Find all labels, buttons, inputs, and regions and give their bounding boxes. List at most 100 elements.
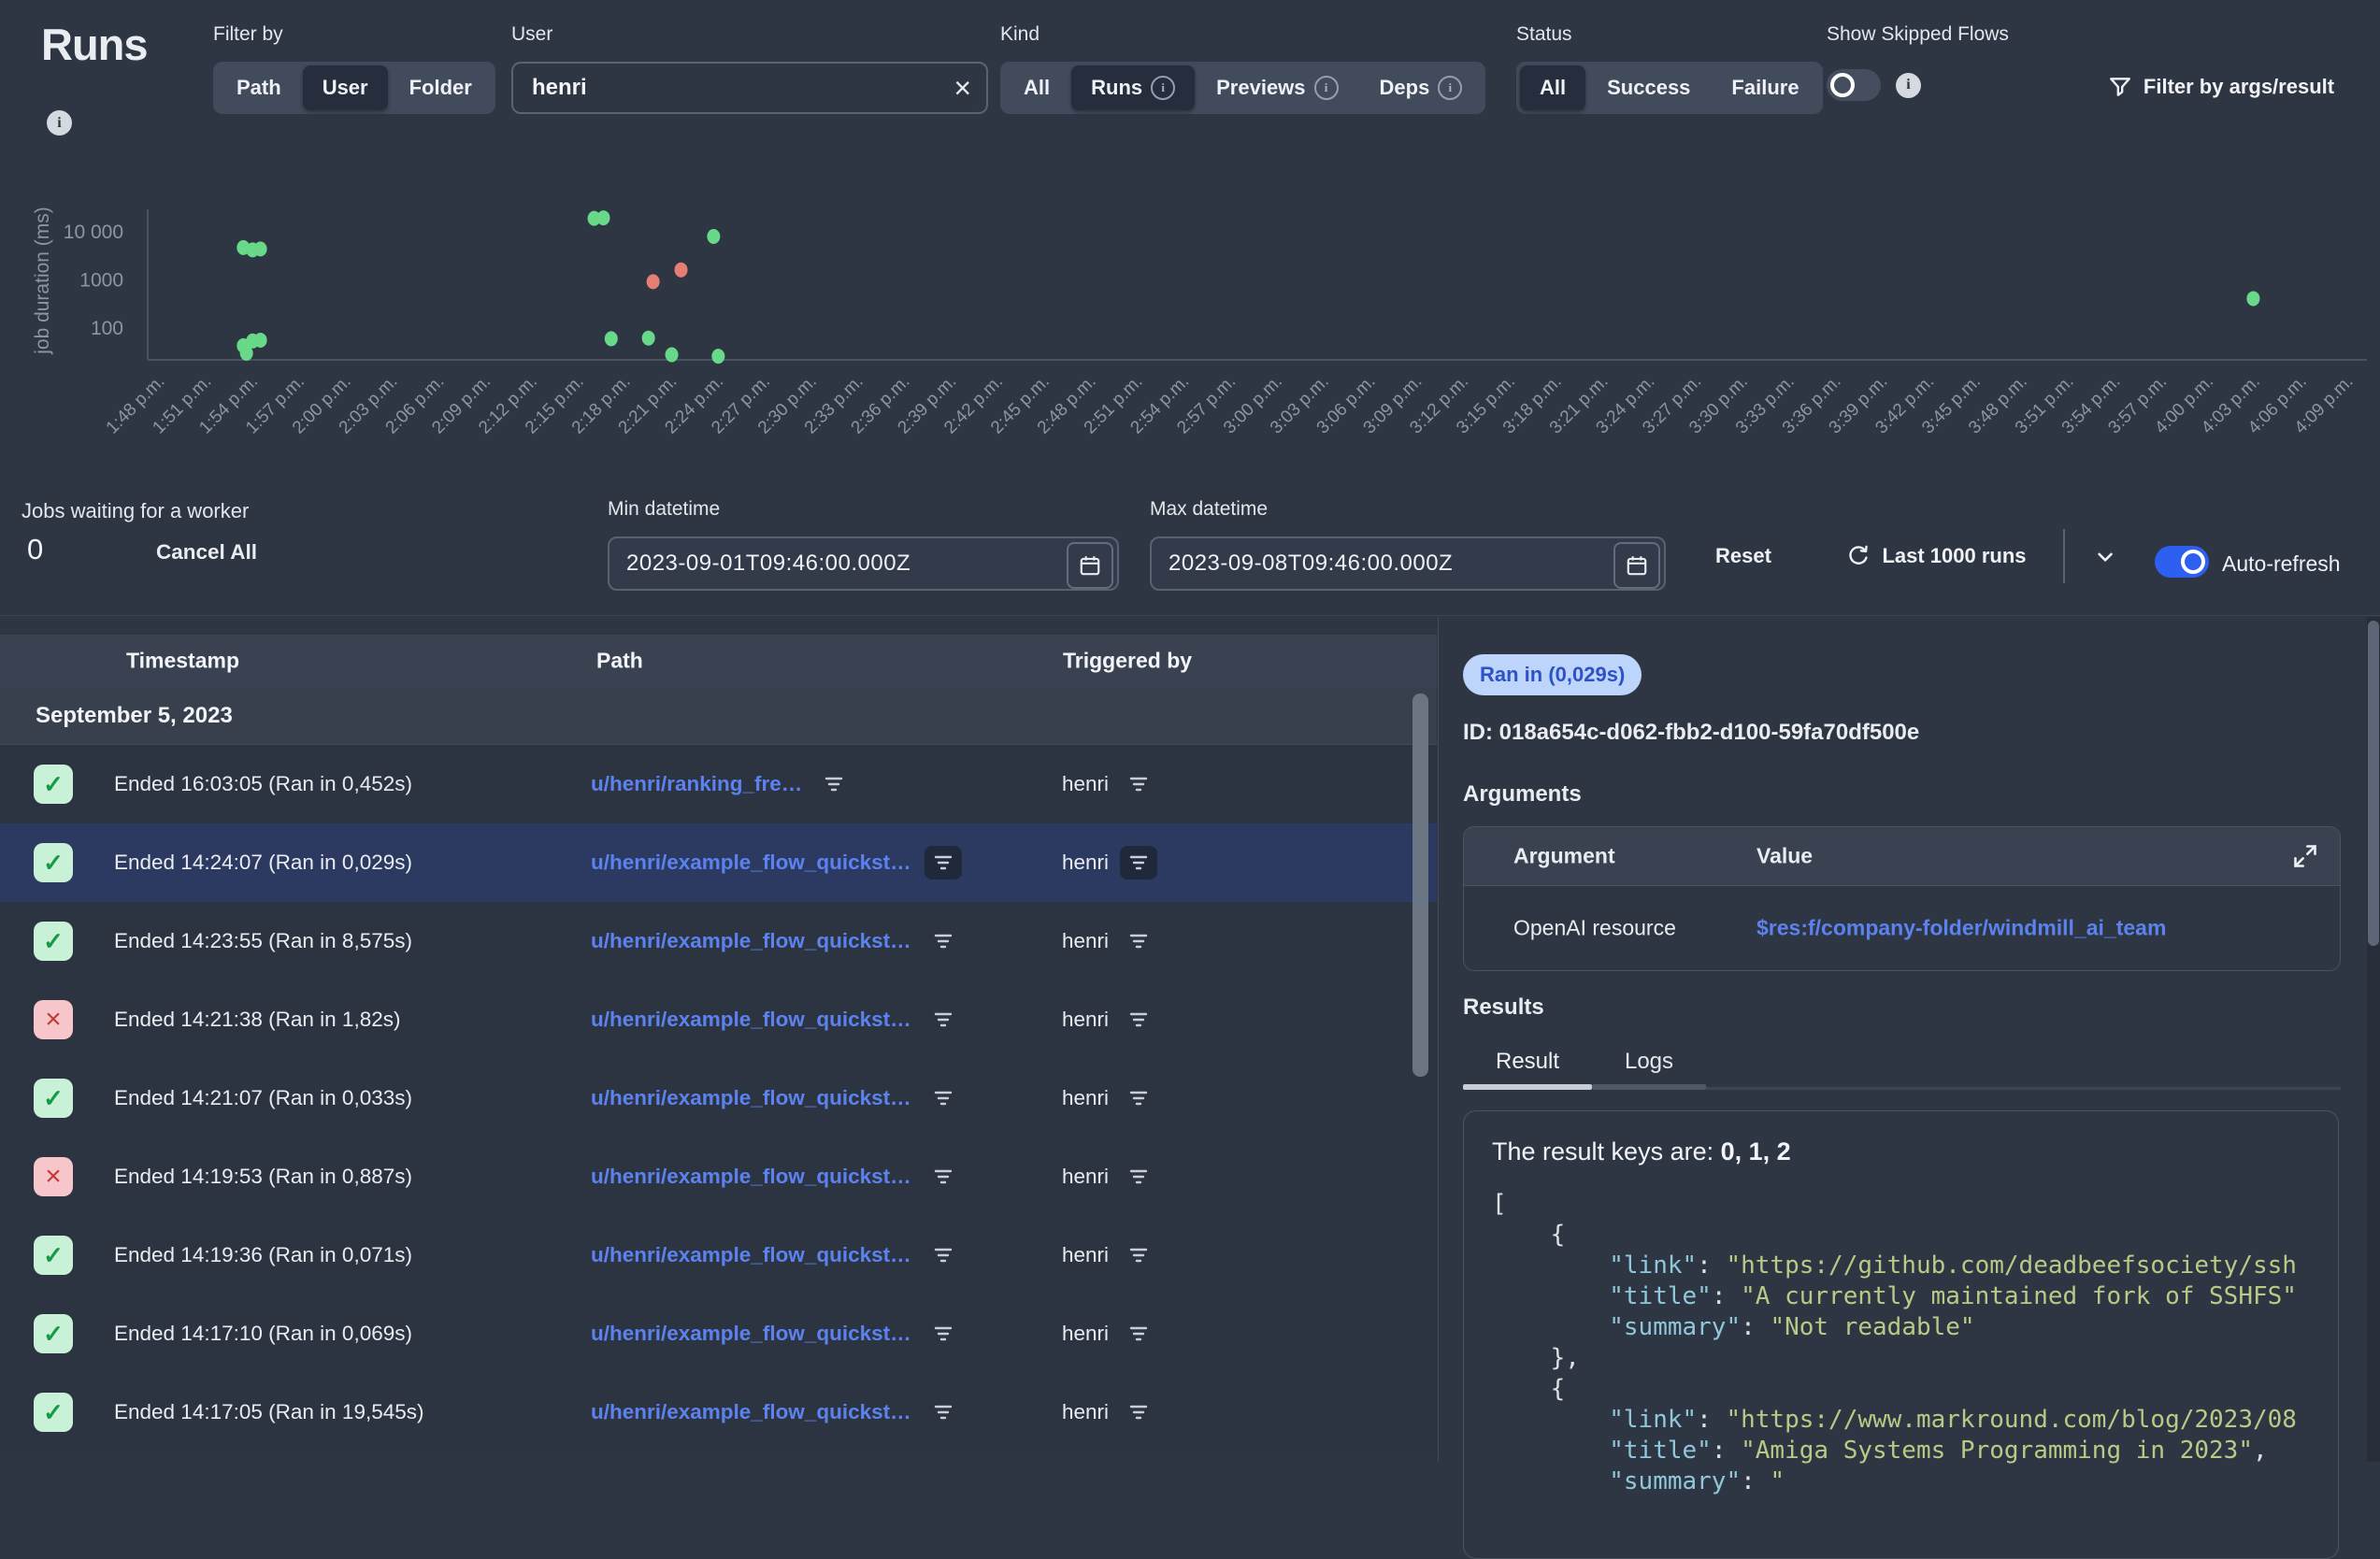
run-path-link[interactable]: u/henri/example_flow_quickst… bbox=[591, 1243, 911, 1267]
run-path-link[interactable]: u/henri/example_flow_quickst… bbox=[591, 1322, 911, 1346]
status-option-failure[interactable]: Failure bbox=[1712, 65, 1818, 110]
triggered-by-filter-button[interactable] bbox=[1120, 1003, 1157, 1037]
triggered-by-filter-button[interactable] bbox=[1120, 1081, 1157, 1115]
triggered-by-user: henri bbox=[1062, 1165, 1109, 1189]
filter-lines-icon bbox=[932, 1089, 954, 1108]
chart-point-success[interactable] bbox=[597, 210, 610, 225]
chart-point-success[interactable] bbox=[254, 241, 267, 256]
run-path-link[interactable]: u/henri/example_flow_quickst… bbox=[591, 1400, 911, 1424]
run-path-link[interactable]: u/henri/example_flow_quickst… bbox=[591, 1165, 911, 1189]
page-title: Runs bbox=[41, 19, 148, 70]
section-divider bbox=[0, 615, 2380, 616]
info-icon[interactable]: i bbox=[1314, 76, 1339, 100]
run-row[interactable]: ×Ended 14:19:53 (Ran in 0,887s)u/henri/e… bbox=[0, 1137, 1437, 1216]
chart-point-failure[interactable] bbox=[675, 263, 688, 278]
show-skipped-info-icon[interactable]: i bbox=[1896, 73, 1921, 98]
arguments-table: Argument Value OpenAI resource $res:f/co… bbox=[1463, 826, 2341, 971]
y-axis-label: job duration (ms) bbox=[32, 207, 53, 355]
chart-point-success[interactable] bbox=[666, 347, 679, 362]
cancel-all-button[interactable]: Cancel All bbox=[156, 540, 257, 565]
run-row[interactable]: ✓Ended 16:03:05 (Ran in 0,452s)u/henri/r… bbox=[0, 745, 1437, 823]
status-option-all[interactable]: All bbox=[1520, 65, 1585, 110]
info-icon[interactable]: i bbox=[1151, 76, 1175, 100]
chart-point-success[interactable] bbox=[254, 333, 267, 348]
filter-by-option-user[interactable]: User bbox=[303, 65, 388, 110]
kind-option-deps[interactable]: Depsi bbox=[1360, 65, 1483, 110]
user-filter-input[interactable] bbox=[511, 62, 988, 114]
path-filter-button[interactable] bbox=[925, 846, 962, 880]
triggered-by-filter-button[interactable] bbox=[1120, 846, 1157, 880]
chart-point-success[interactable] bbox=[642, 331, 655, 346]
kind-option-all[interactable]: All bbox=[1004, 65, 1069, 110]
run-path-link[interactable]: u/henri/example_flow_quickst… bbox=[591, 851, 911, 875]
run-timestamp: Ended 14:24:07 (Ran in 0,029s) bbox=[114, 823, 412, 902]
filter-by-segmented: PathUserFolder bbox=[213, 62, 495, 114]
min-datetime-input[interactable] bbox=[608, 536, 1119, 591]
success-check-icon: ✓ bbox=[34, 1314, 73, 1353]
panel-scrollbar-thumb[interactable] bbox=[2368, 621, 2379, 946]
run-row[interactable]: ✓Ended 14:21:07 (Ran in 0,033s)u/henri/e… bbox=[0, 1059, 1437, 1137]
filter-by-option-path[interactable]: Path bbox=[217, 65, 301, 110]
chart-point-success[interactable] bbox=[2246, 291, 2259, 306]
run-row[interactable]: ✓Ended 14:23:55 (Ran in 8,575s)u/henri/e… bbox=[0, 902, 1437, 980]
result-json-line: { bbox=[1492, 1220, 2310, 1251]
result-json-line: "summary": " bbox=[1492, 1466, 2310, 1497]
path-filter-button[interactable] bbox=[925, 1081, 962, 1115]
last-runs-button[interactable]: Last 1000 runs bbox=[1821, 529, 2132, 583]
run-timestamp: Ended 14:21:38 (Ran in 1,82s) bbox=[114, 980, 400, 1059]
triggered-by-user: henri bbox=[1062, 1243, 1109, 1267]
triggered-by-filter-button[interactable] bbox=[1120, 924, 1157, 958]
status-option-success[interactable]: Success bbox=[1587, 65, 1710, 110]
tab-result[interactable]: Result bbox=[1463, 1039, 1592, 1084]
chevron-down-icon[interactable] bbox=[2076, 529, 2132, 583]
path-filter-button[interactable] bbox=[925, 924, 962, 958]
triggered-by-filter-button[interactable] bbox=[1120, 1317, 1157, 1351]
path-filter-button[interactable] bbox=[815, 767, 853, 801]
chart-point-success[interactable] bbox=[711, 349, 724, 364]
path-filter-button[interactable] bbox=[925, 1317, 962, 1351]
run-path-link[interactable]: u/henri/example_flow_quickst… bbox=[591, 929, 911, 953]
filter-by-option-folder[interactable]: Folder bbox=[390, 65, 492, 110]
filter-by-label: Filter by bbox=[213, 22, 495, 47]
runs-duration-chart[interactable]: 10 0001000100job duration (ms)1:48 p.m.1… bbox=[0, 154, 2380, 481]
run-row[interactable]: ✓Ended 14:24:07 (Ran in 0,029s)u/henri/e… bbox=[0, 823, 1437, 902]
triggered-by-filter-button[interactable] bbox=[1120, 1395, 1157, 1429]
run-row[interactable]: ✓Ended 14:17:10 (Ran in 0,069s)u/henri/e… bbox=[0, 1294, 1437, 1373]
expand-icon[interactable] bbox=[2289, 840, 2321, 872]
argument-value-link[interactable]: $res:f/company-folder/windmill_ai_team bbox=[1756, 916, 2166, 941]
kind-group: Kind AllRunsiPreviewsiDepsi bbox=[1000, 22, 1485, 114]
path-filter-button[interactable] bbox=[925, 1003, 962, 1037]
table-scrollbar-thumb[interactable] bbox=[1412, 694, 1428, 1077]
show-skipped-toggle[interactable] bbox=[1827, 69, 1881, 101]
chart-point-success[interactable] bbox=[240, 346, 253, 361]
chart-point-failure[interactable] bbox=[647, 274, 660, 289]
calendar-icon[interactable] bbox=[1067, 542, 1113, 589]
calendar-icon[interactable] bbox=[1613, 542, 1660, 589]
run-path-link[interactable]: u/henri/ranking_fre… bbox=[591, 772, 802, 796]
runs-info-icon[interactable]: i bbox=[47, 110, 72, 136]
run-path-link[interactable]: u/henri/example_flow_quickst… bbox=[591, 1086, 911, 1110]
run-row[interactable]: ✓Ended 14:17:05 (Ran in 19,545s)u/henri/… bbox=[0, 1373, 1437, 1452]
chart-point-success[interactable] bbox=[707, 229, 720, 244]
run-row[interactable]: ×Ended 14:21:38 (Ran in 1,82s)u/henri/ex… bbox=[0, 980, 1437, 1059]
kind-option-runs[interactable]: Runsi bbox=[1071, 65, 1195, 110]
path-filter-button[interactable] bbox=[925, 1160, 962, 1194]
run-timestamp: Ended 14:19:53 (Ran in 0,887s) bbox=[114, 1137, 412, 1216]
tab-logs[interactable]: Logs bbox=[1592, 1039, 1706, 1084]
run-row[interactable]: ✓Ended 14:19:36 (Ran in 0,071s)u/henri/e… bbox=[0, 1216, 1437, 1294]
path-filter-button[interactable] bbox=[925, 1395, 962, 1429]
filter-by-args-button[interactable]: Filter by args/result bbox=[2079, 62, 2363, 112]
run-path-link[interactable]: u/henri/example_flow_quickst… bbox=[591, 1008, 911, 1032]
clear-user-icon[interactable]: × bbox=[953, 71, 971, 106]
kind-option-label: All bbox=[1024, 76, 1050, 100]
reset-button[interactable]: Reset bbox=[1690, 529, 1797, 583]
triggered-by-filter-button[interactable] bbox=[1120, 1238, 1157, 1272]
path-filter-button[interactable] bbox=[925, 1238, 962, 1272]
info-icon[interactable]: i bbox=[1438, 76, 1462, 100]
max-datetime-input[interactable] bbox=[1150, 536, 1666, 591]
triggered-by-filter-button[interactable] bbox=[1120, 767, 1157, 801]
triggered-by-filter-button[interactable] bbox=[1120, 1160, 1157, 1194]
kind-option-previews[interactable]: Previewsi bbox=[1197, 65, 1357, 110]
chart-point-success[interactable] bbox=[605, 331, 618, 346]
auto-refresh-toggle[interactable] bbox=[2155, 546, 2209, 578]
